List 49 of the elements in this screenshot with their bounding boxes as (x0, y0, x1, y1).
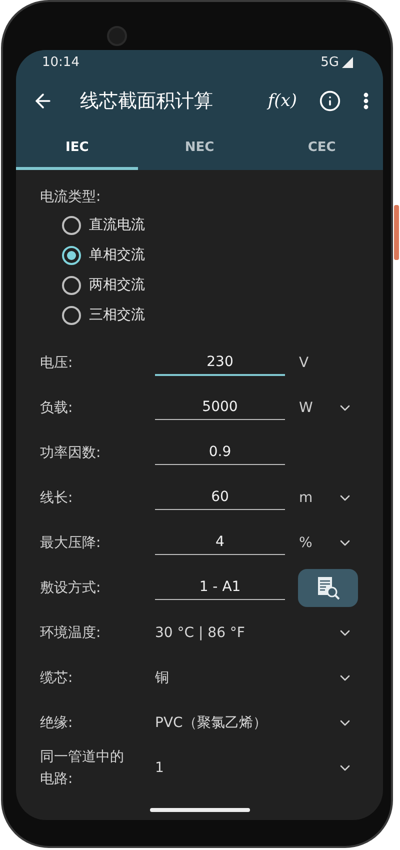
select-value[interactable]: 30 °C | 86 °F (155, 624, 337, 640)
field-label: 缆芯: (40, 668, 74, 686)
radio-label: 单相交流 (89, 246, 145, 264)
info-button[interactable] (319, 90, 341, 112)
info-icon (319, 90, 341, 112)
input-field[interactable]: 60 (155, 485, 285, 510)
radio-label: 两相交流 (89, 276, 145, 294)
unit-label: % (298, 534, 314, 550)
input-field[interactable]: 4 (155, 530, 285, 555)
select-value[interactable]: 铜 (155, 668, 337, 686)
input-field[interactable]: 230 (155, 350, 285, 376)
field-label: 最大压降: (40, 534, 102, 552)
unit-label: W (298, 400, 314, 416)
unit-label: V (298, 354, 310, 370)
signal-icon (342, 56, 353, 68)
field-label: 环境温度: (40, 624, 102, 642)
standard-tab[interactable]: IEC (16, 128, 138, 170)
radio-button[interactable] (62, 306, 81, 324)
document-search-icon (316, 576, 340, 600)
status-time: 10:14 (42, 54, 80, 70)
radio-label: 三相交流 (89, 306, 145, 324)
field-label: 电流类型: (40, 188, 102, 206)
input-field[interactable]: 1 - A1 (155, 575, 285, 600)
input-field[interactable]: 5000 (155, 395, 285, 420)
standard-tab[interactable]: NEC (138, 128, 261, 170)
field-label: 电压: (40, 354, 74, 372)
side-key (394, 205, 399, 260)
lookup-button[interactable] (298, 568, 358, 606)
input-field[interactable]: 0.9 (155, 440, 285, 465)
radio-button[interactable] (62, 216, 81, 234)
radio-button[interactable] (62, 276, 81, 294)
screen-title: 线芯截面积计算 (80, 89, 214, 114)
more-button[interactable] (363, 92, 369, 110)
select-value[interactable]: 1 (155, 760, 337, 776)
formula-button[interactable]: f(x) (268, 91, 297, 111)
field-label: 敷设方式: (40, 578, 102, 596)
field-label: 同一管道中的电路: (40, 748, 125, 788)
standard-tab[interactable]: CEC (260, 128, 383, 170)
more-icon (363, 92, 369, 110)
field-label: 功率因数: (40, 444, 102, 462)
radio-label: 直流电流 (89, 216, 145, 234)
radio-button[interactable] (62, 246, 81, 264)
camera-icon (107, 26, 127, 46)
select-value[interactable]: PVC（聚氯乙烯） (155, 714, 337, 732)
field-label: 负载: (40, 398, 74, 416)
network-label: 5G (320, 54, 339, 70)
unit-label: m (298, 490, 314, 506)
field-label: 线长: (40, 488, 74, 506)
field-label: 绝缘: (40, 714, 74, 732)
